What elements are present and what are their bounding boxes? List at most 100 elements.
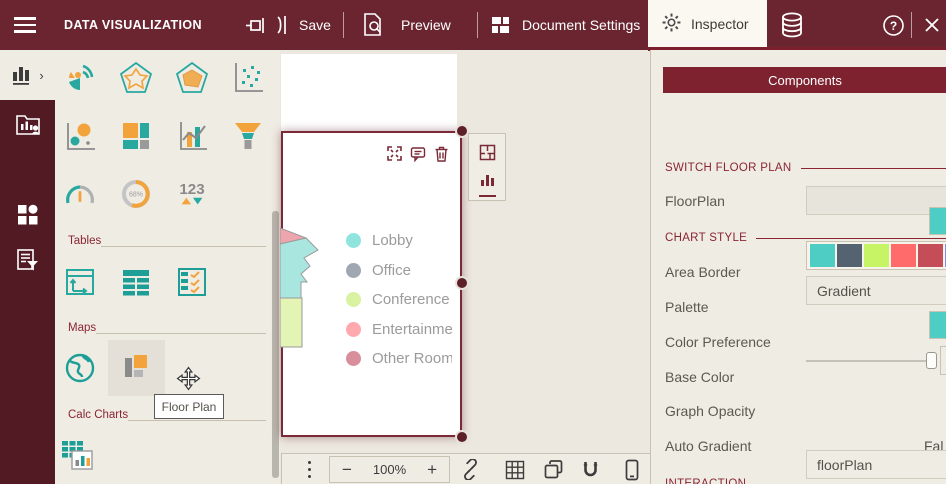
widget-comment-icon[interactable] xyxy=(410,146,426,167)
filled-radar-chart-icon[interactable] xyxy=(174,60,210,96)
scatter-plot-icon[interactable] xyxy=(230,60,266,96)
combo-bar-line-chart-icon[interactable] xyxy=(174,118,210,154)
legend-swatch xyxy=(346,262,361,278)
legend-item: Office xyxy=(346,256,452,286)
magnet-snap-icon[interactable] xyxy=(580,454,601,484)
top-bar: DATA VISUALIZATION Save Preview Document… xyxy=(0,0,946,51)
legend-swatch xyxy=(346,351,361,367)
bar-chart-icon xyxy=(13,67,30,85)
save-button[interactable]: Save xyxy=(299,0,331,50)
svg-text:?: ? xyxy=(890,19,897,33)
color-preference-label: Color Preference xyxy=(665,334,771,350)
chart-view-icon[interactable] xyxy=(479,172,496,197)
palette-color-row[interactable] xyxy=(806,241,946,270)
sidebar-item-charts-active[interactable]: › xyxy=(0,50,55,100)
section-tables: Tables xyxy=(68,234,266,247)
toolbar-divider xyxy=(911,12,912,38)
table-resize-icon[interactable] xyxy=(62,264,98,300)
graph-opacity-value-box[interactable] xyxy=(940,346,946,375)
funnel-chart-icon[interactable] xyxy=(230,118,266,154)
table-check-icon[interactable] xyxy=(174,264,210,300)
calc-chart-icon[interactable] xyxy=(60,438,96,474)
section-chart-style-title: CHART STYLE xyxy=(665,232,748,244)
zoom-out-button[interactable]: − xyxy=(342,460,352,480)
zoom-control: − 100% + xyxy=(329,456,450,483)
palette-scrollbar[interactable] xyxy=(272,211,279,478)
save-icon[interactable] xyxy=(276,0,290,50)
palette-color-swatch xyxy=(918,244,943,267)
canvas-page[interactable] xyxy=(281,54,457,132)
widget-expand-icon[interactable] xyxy=(387,146,402,166)
grid-icon[interactable] xyxy=(505,454,525,484)
polar-chart-icon[interactable] xyxy=(62,60,98,96)
document-settings-button[interactable]: Document Settings xyxy=(522,0,640,50)
base-color-swatch[interactable] xyxy=(929,311,946,339)
components-header[interactable]: Components xyxy=(663,67,946,93)
radar-chart-icon[interactable] xyxy=(118,60,154,96)
section-calc-charts-title: Calc Charts xyxy=(68,408,129,421)
auto-gradient-label: Auto Gradient xyxy=(665,438,752,454)
section-calc-charts: Calc Charts xyxy=(68,408,266,421)
toolbar-divider xyxy=(343,12,344,38)
graph-opacity-slider-handle[interactable] xyxy=(926,352,937,369)
chevron-right-icon: › xyxy=(39,67,44,83)
donut-progress-icon[interactable]: 68% xyxy=(118,176,154,212)
left-sidebar xyxy=(0,100,55,484)
help-icon[interactable]: ? xyxy=(882,0,905,50)
legend-label: Lobby xyxy=(372,232,413,250)
floorplan-view-icon[interactable] xyxy=(479,144,496,166)
widget-type-panel xyxy=(468,133,506,201)
bubble-chart-icon[interactable] xyxy=(62,118,98,154)
svg-text:123: 123 xyxy=(179,181,204,198)
preview-button[interactable]: Preview xyxy=(401,0,451,50)
duplicate-icon[interactable] xyxy=(543,454,564,484)
base-color-label: Base Color xyxy=(665,369,735,385)
treemap-icon[interactable] xyxy=(118,118,154,154)
sidebar-item-data-folder[interactable] xyxy=(0,112,55,136)
sidebar-item-dashboards[interactable] xyxy=(0,203,55,227)
app-title: DATA VISUALIZATION xyxy=(64,18,202,32)
palette-color-swatch xyxy=(810,244,835,267)
link-icon[interactable] xyxy=(460,454,481,484)
section-interaction-title: INTERACTION xyxy=(665,478,747,484)
scenario-name-input[interactable]: floorPlan xyxy=(806,450,946,479)
tab-inspector[interactable]: Inspector xyxy=(648,0,767,47)
palette-color-swatch xyxy=(891,244,916,267)
toolbar-divider xyxy=(477,12,478,38)
bottom-toolbar: − 100% + xyxy=(281,453,650,484)
selection-handle-right[interactable] xyxy=(455,276,469,290)
gear-icon xyxy=(661,12,682,36)
zoom-level-value: 100% xyxy=(372,462,407,477)
legend-item: Other Room xyxy=(346,344,452,374)
floorplan-field-input[interactable] xyxy=(806,186,946,215)
color-preference-dropdown[interactable]: Gradient xyxy=(806,276,946,305)
more-options-icon[interactable] xyxy=(308,454,311,484)
legend-label: Conference Room xyxy=(372,291,452,309)
area-border-color-swatch[interactable] xyxy=(929,207,946,235)
globe-map-icon[interactable] xyxy=(62,350,98,386)
mobile-preview-icon[interactable] xyxy=(623,454,641,484)
legend-swatch xyxy=(346,233,361,249)
menu-icon[interactable] xyxy=(14,0,36,50)
legend-item: Entertainment xyxy=(346,315,452,345)
preview-icon[interactable] xyxy=(361,0,385,50)
close-icon[interactable] xyxy=(924,0,940,50)
database-icon[interactable] xyxy=(779,0,805,50)
pin-icon[interactable] xyxy=(245,0,266,50)
gauge-chart-icon[interactable] xyxy=(62,176,98,212)
table-solid-icon[interactable] xyxy=(118,264,154,300)
document-settings-icon[interactable] xyxy=(490,0,511,50)
sidebar-item-filter-report[interactable] xyxy=(0,248,55,273)
graph-opacity-label: Graph Opacity xyxy=(665,403,756,419)
kpi-number-icon[interactable]: 123 xyxy=(174,176,210,212)
widget-delete-icon[interactable] xyxy=(434,146,449,167)
inspector-panel: Components SWITCH FLOOR PLAN FloorPlan C… xyxy=(650,50,946,484)
selection-handle-bottom-right[interactable] xyxy=(455,430,469,444)
section-maps-title: Maps xyxy=(68,321,97,334)
floor-plan-map-icon[interactable] xyxy=(118,350,154,386)
selection-handle-top-right[interactable] xyxy=(455,124,469,138)
section-maps: Maps xyxy=(68,321,266,334)
graph-opacity-slider-track[interactable] xyxy=(806,360,930,362)
zoom-in-button[interactable]: + xyxy=(427,460,437,480)
legend-label: Office xyxy=(372,261,411,279)
